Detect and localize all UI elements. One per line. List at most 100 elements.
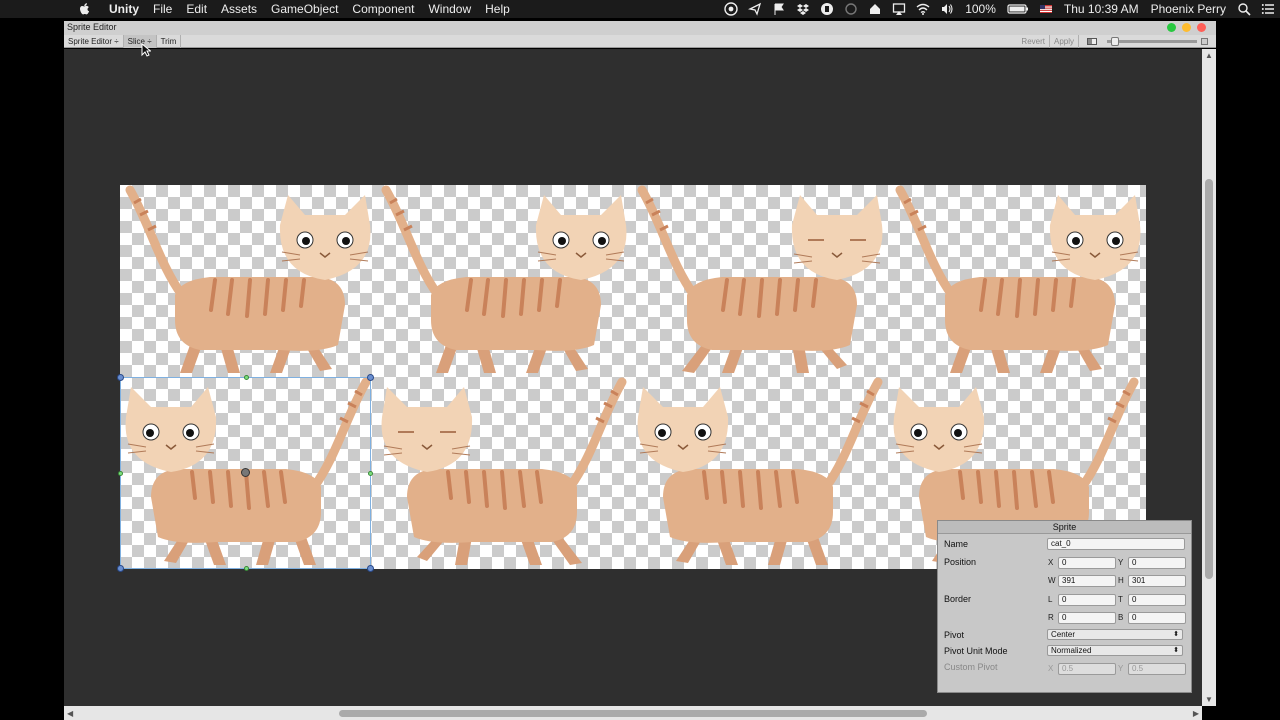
evernote-icon[interactable] — [820, 2, 834, 16]
horizontal-scrollbar[interactable]: ◀ ▶ — [64, 706, 1202, 720]
menu-help[interactable]: Help — [478, 0, 517, 18]
alpha-toggle-icon[interactable] — [1087, 38, 1097, 45]
resize-handle-top[interactable] — [244, 375, 249, 380]
custom-pivot-x-field[interactable]: 0.5 — [1058, 663, 1116, 675]
zoom-slider-knob[interactable] — [1111, 37, 1119, 46]
menu-assets[interactable]: Assets — [214, 0, 264, 18]
custom-pivot-label: Custom Pivot — [944, 662, 998, 672]
cat-sprite-7[interactable] — [638, 382, 878, 565]
apple-icon[interactable] — [78, 2, 92, 16]
apply-button[interactable]: Apply — [1050, 35, 1079, 48]
name-label: Name — [944, 539, 969, 549]
pivot-unit-mode-dropdown[interactable]: Normalized ⬍ — [1047, 645, 1183, 656]
position-w-field[interactable]: 391 — [1058, 575, 1116, 587]
home-icon[interactable] — [868, 2, 882, 16]
resize-handle-top-right[interactable] — [367, 374, 374, 381]
x-axis-label: X — [1048, 558, 1054, 567]
name-field[interactable]: cat_0 — [1047, 538, 1185, 550]
t-axis-label: T — [1118, 595, 1123, 604]
resize-handle-bottom-right[interactable] — [367, 565, 374, 572]
scroll-up-icon[interactable]: ▲ — [1205, 51, 1213, 60]
send-icon[interactable] — [748, 2, 762, 16]
scroll-left-icon[interactable]: ◀ — [67, 709, 73, 718]
cat-sprite-1[interactable] — [130, 190, 370, 373]
zoom-button[interactable] — [1167, 23, 1176, 32]
y-axis-label: Y — [1118, 558, 1124, 567]
pivot-label: Pivot — [944, 630, 965, 640]
custom-pivot-y-field[interactable]: 0.5 — [1128, 663, 1186, 675]
resize-handle-bottom[interactable] — [244, 566, 249, 571]
chevron-down-icon: ⬍ — [1173, 647, 1179, 654]
window-title-bar[interactable]: Sprite Editor — [64, 21, 1216, 35]
menu-unity[interactable]: Unity — [102, 0, 146, 18]
minimize-button[interactable] — [1182, 23, 1191, 32]
w-axis-label: W — [1048, 576, 1056, 585]
mode-dropdown[interactable]: Sprite Editor ÷ — [64, 34, 124, 48]
scroll-down-icon[interactable]: ▼ — [1205, 695, 1213, 704]
r-axis-label: R — [1048, 613, 1054, 622]
horizontal-scroll-thumb[interactable] — [339, 710, 927, 717]
mouse-cursor-icon — [141, 43, 151, 57]
position-x-field[interactable]: 0 — [1058, 557, 1116, 569]
resize-handle-left[interactable] — [118, 471, 123, 476]
list-icon[interactable] — [1261, 2, 1275, 16]
menu-component[interactable]: Component — [345, 0, 421, 18]
battery-percent: 100% — [965, 2, 996, 16]
menu-gameobject[interactable]: GameObject — [264, 0, 345, 18]
zoom-slider[interactable] — [1107, 37, 1197, 46]
position-y-field[interactable]: 0 — [1128, 557, 1186, 569]
us-flag-icon[interactable] — [1039, 2, 1053, 16]
trim-button[interactable]: Trim — [157, 34, 182, 48]
resize-handle-right[interactable] — [368, 471, 373, 476]
position-h-field[interactable]: 301 — [1128, 575, 1186, 587]
vertical-scroll-thumb[interactable] — [1205, 179, 1213, 579]
border-t-field[interactable]: 0 — [1128, 594, 1186, 606]
toolbar: Sprite Editor ÷ Slice ÷ Trim Revert Appl… — [64, 34, 1216, 48]
menu-file[interactable]: File — [146, 0, 179, 18]
airplay-icon[interactable] — [892, 2, 906, 16]
user-name[interactable]: Phoenix Perry — [1151, 2, 1226, 16]
resize-handle-bottom-left[interactable] — [117, 565, 124, 572]
menu-window[interactable]: Window — [421, 0, 478, 18]
scroll-right-icon[interactable]: ▶ — [1193, 709, 1199, 718]
toolbar-right: Revert Apply — [1017, 35, 1208, 48]
border-label: Border — [944, 594, 972, 604]
border-l-field[interactable]: 0 — [1058, 594, 1116, 606]
chevron-down-icon: ⬍ — [1173, 631, 1179, 638]
battery-icon[interactable] — [1007, 2, 1029, 16]
custom-pivot-y-label: Y — [1118, 664, 1124, 673]
search-icon[interactable] — [1237, 2, 1251, 16]
h-axis-label: H — [1118, 576, 1124, 585]
cat-sprite-3[interactable] — [642, 190, 882, 373]
clock[interactable]: Thu 10:39 AM — [1064, 2, 1139, 16]
border-b-field[interactable]: 0 — [1128, 612, 1186, 624]
pivot-unit-mode-value: Normalized — [1051, 646, 1092, 655]
cat-sprite-2[interactable] — [386, 190, 626, 373]
close-button[interactable] — [1197, 23, 1206, 32]
revert-button[interactable]: Revert — [1017, 35, 1050, 48]
pivot-dropdown-value: Center — [1051, 630, 1076, 639]
spinner-icon[interactable] — [844, 2, 858, 16]
sprite-panel-title: Sprite — [938, 521, 1191, 534]
sprite-inspector-panel: Sprite Name cat_0 Position X 0 Y 0 W 391… — [937, 520, 1192, 693]
selected-sprite-rect[interactable] — [117, 374, 374, 572]
window-title: Sprite Editor — [67, 22, 117, 32]
resize-handle-top-left[interactable] — [117, 374, 124, 381]
pivot-handle[interactable] — [241, 468, 250, 477]
wifi-icon[interactable] — [916, 2, 930, 16]
menu-edit[interactable]: Edit — [179, 0, 214, 18]
flag-icon[interactable] — [772, 2, 786, 16]
screen: Unity File Edit Assets GameObject Compon… — [0, 0, 1280, 720]
cat-sprite-4[interactable] — [900, 190, 1140, 373]
dropbox-icon[interactable] — [796, 2, 810, 16]
volume-icon[interactable] — [940, 2, 954, 16]
pivot-unit-mode-label: Pivot Unit Mode — [944, 646, 1008, 656]
mip-slider-icon[interactable] — [1201, 38, 1208, 45]
b-axis-label: B — [1118, 613, 1124, 622]
creative-cloud-icon[interactable] — [724, 2, 738, 16]
vertical-scrollbar[interactable]: ▲ ▼ — [1202, 49, 1216, 706]
pivot-dropdown[interactable]: Center ⬍ — [1047, 629, 1183, 640]
cat-sprite-6[interactable] — [382, 382, 622, 565]
border-r-field[interactable]: 0 — [1058, 612, 1116, 624]
position-label: Position — [944, 557, 977, 567]
